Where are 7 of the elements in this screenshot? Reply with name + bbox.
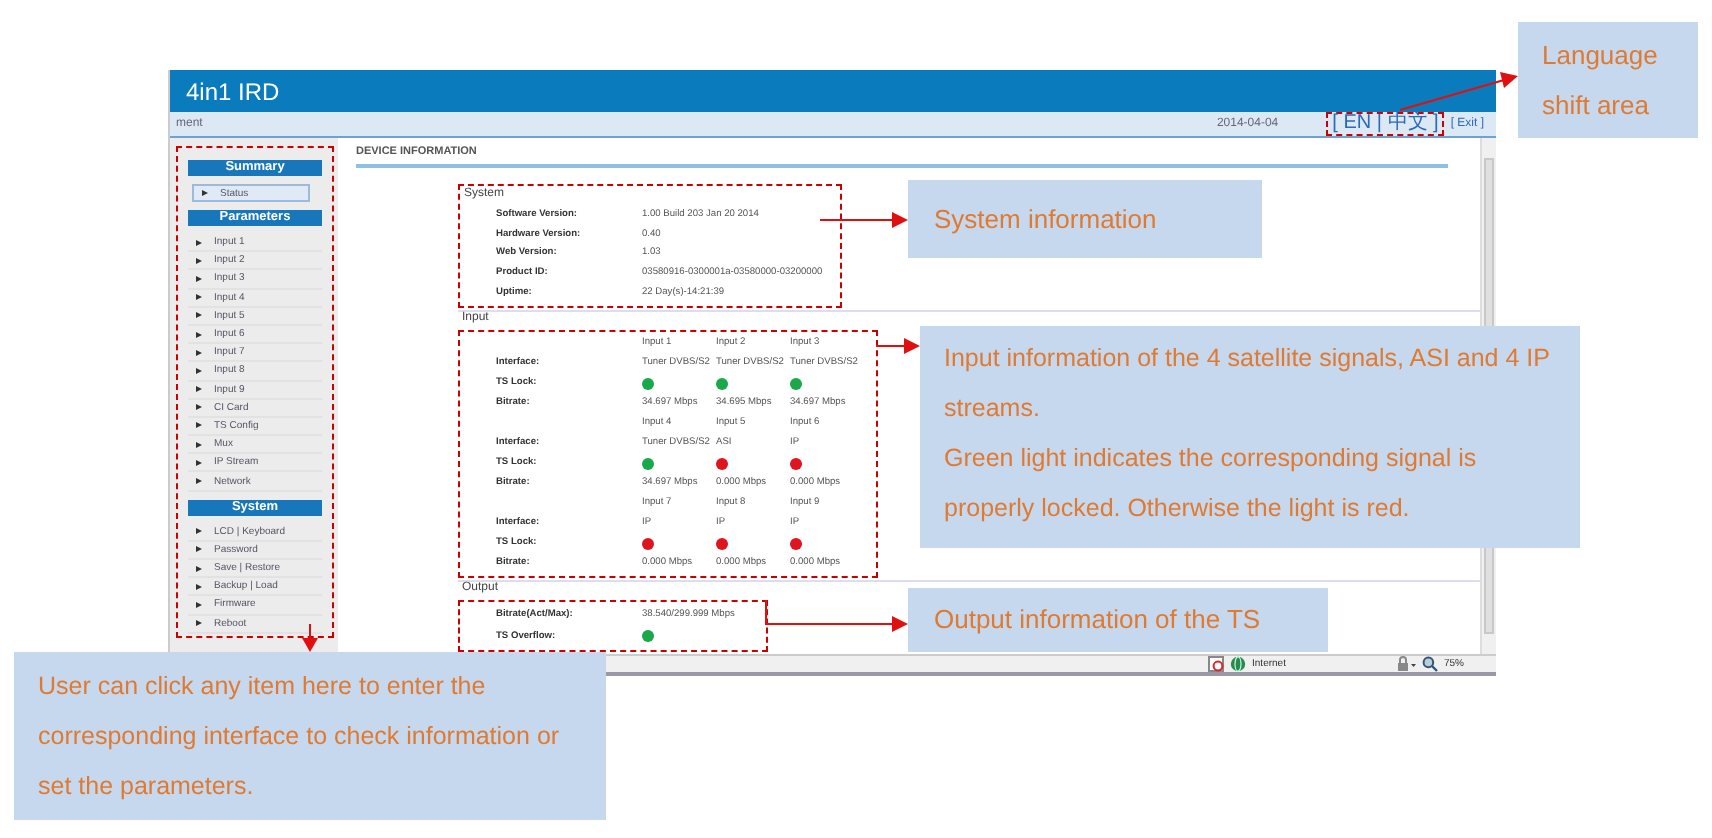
callout-text: Input information of the 4 satellite signals, ASI and 4 IP streams. xyxy=(944,342,1552,426)
callout-text: User can click any item here to enter the corresponding interface to check information or set the parameters. xyxy=(38,670,562,804)
callout-text: Output information of the TS xyxy=(934,602,1263,638)
callout-text: System information xyxy=(934,202,1159,238)
callout-text: Green light indicates the corresponding signal is properly locked. Otherwise the light is red. xyxy=(944,442,1479,526)
callout-text: Language shift area xyxy=(1542,38,1660,124)
app-title: 4in1 IRD xyxy=(186,77,280,105)
